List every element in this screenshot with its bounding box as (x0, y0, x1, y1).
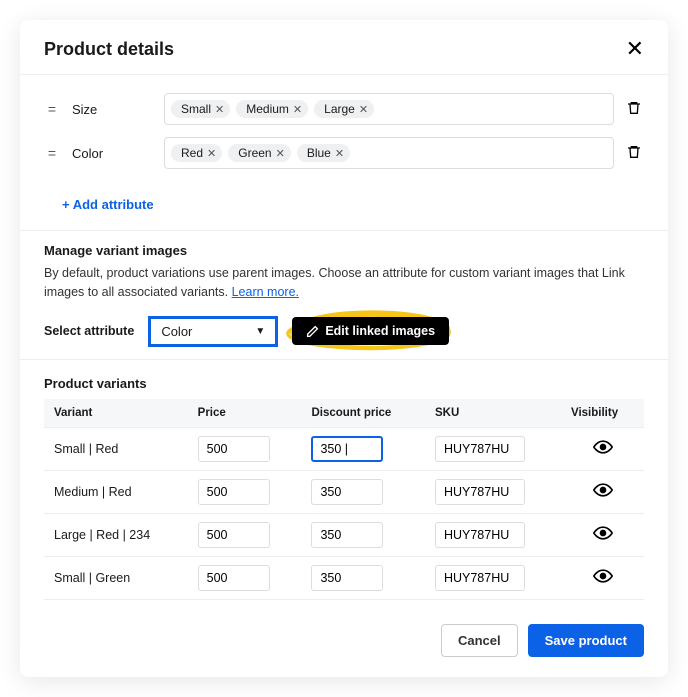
table-header-row: Variant Price Discount price SKU Visibil… (44, 399, 644, 428)
price-input[interactable] (198, 436, 270, 462)
edit-button-label: Edit linked images (325, 324, 435, 338)
attribute-values-input[interactable]: Red ✕ Green ✕ Blue ✕ (164, 137, 614, 169)
discount-price-input[interactable] (311, 436, 383, 462)
table-row: Medium | Red (44, 470, 644, 513)
product-details-dialog: Product details ✕ =SizeSmall✕Medium✕Larg… (20, 20, 668, 677)
delete-attribute-button[interactable] (626, 144, 644, 163)
delete-attribute-button[interactable] (626, 100, 644, 119)
chip-remove-icon[interactable]: ✕ (207, 147, 216, 160)
variant-name: Small | Green (44, 556, 188, 599)
attribute-row: = Size Small ✕ Medium ✕ Large ✕ (44, 87, 644, 131)
attribute-name: Size (72, 102, 152, 117)
sku-input[interactable] (435, 436, 525, 462)
value-chip: Large ✕ (314, 100, 374, 118)
eye-icon (593, 480, 613, 500)
visibility-toggle[interactable] (561, 427, 644, 470)
price-input[interactable] (198, 565, 270, 591)
col-price: Price (188, 399, 302, 428)
close-button[interactable]: ✕ (626, 38, 644, 60)
visibility-toggle[interactable] (561, 513, 644, 556)
value-chip: Medium ✕ (236, 100, 308, 118)
chip-remove-icon[interactable]: ✕ (335, 147, 344, 160)
manage-variants-description: By default, product variations use paren… (44, 264, 644, 302)
chip-label: Blue (307, 146, 331, 160)
save-product-button[interactable]: Save product (528, 624, 644, 657)
trash-icon (626, 100, 642, 116)
close-icon: ✕ (626, 36, 644, 61)
col-variant: Variant (44, 399, 188, 428)
variants-table: Variant Price Discount price SKU Visibil… (44, 399, 644, 600)
chip-remove-icon[interactable]: ✕ (276, 147, 285, 160)
value-chip: Green ✕ (228, 144, 291, 162)
select-attribute-label: Select attribute (44, 324, 134, 338)
visibility-toggle[interactable] (561, 556, 644, 599)
table-row: Large | Red | 234 (44, 513, 644, 556)
product-variants-title: Product variants (20, 360, 668, 399)
selected-attribute-value: Color (161, 324, 192, 339)
attribute-row: = Color Red ✕ Green ✕ Blue ✕ (44, 131, 644, 175)
sku-input[interactable] (435, 522, 525, 548)
discount-price-input[interactable] (311, 522, 383, 548)
edit-linked-images-button[interactable]: Edit linked images (292, 317, 449, 345)
dialog-footer: Cancel Save product (20, 610, 668, 677)
chip-label: Green (238, 146, 271, 160)
chip-label: Small (181, 102, 211, 116)
select-attribute-row: Select attribute Color ▼ Edit linked ima… (44, 316, 644, 347)
drag-handle-icon[interactable]: = (44, 145, 60, 161)
dialog-title: Product details (44, 39, 174, 60)
value-chip: Red ✕ (171, 144, 222, 162)
visibility-toggle[interactable] (561, 470, 644, 513)
variant-name: Small | Red (44, 427, 188, 470)
discount-price-input[interactable] (311, 565, 383, 591)
attribute-name: Color (72, 146, 152, 161)
chip-label: Large (324, 102, 355, 116)
value-chip: Small ✕ (171, 100, 230, 118)
chip-label: Red (181, 146, 203, 160)
discount-price-input[interactable] (311, 479, 383, 505)
table-row: Small | Red (44, 427, 644, 470)
col-visibility: Visibility (561, 399, 644, 428)
manage-variant-images: Manage variant images By default, produc… (20, 231, 668, 359)
chevron-down-icon: ▼ (255, 326, 265, 337)
edit-linked-images-wrap: Edit linked images (292, 317, 449, 345)
chip-remove-icon[interactable]: ✕ (359, 103, 368, 116)
value-chip: Blue ✕ (297, 144, 350, 162)
attribute-values-input[interactable]: Small ✕ Medium ✕ Large ✕ (164, 93, 614, 125)
eye-icon (593, 437, 613, 457)
add-attribute-button[interactable]: + Add attribute (20, 187, 668, 230)
variant-name: Large | Red | 234 (44, 513, 188, 556)
col-discount: Discount price (301, 399, 425, 428)
sku-input[interactable] (435, 479, 525, 505)
dialog-header: Product details ✕ (20, 20, 668, 75)
learn-more-link[interactable]: Learn more. (232, 285, 299, 299)
sku-input[interactable] (435, 565, 525, 591)
pencil-icon (306, 325, 319, 338)
manage-variants-title: Manage variant images (44, 243, 644, 258)
chip-remove-icon[interactable]: ✕ (215, 103, 224, 116)
col-sku: SKU (425, 399, 561, 428)
chip-remove-icon[interactable]: ✕ (293, 103, 302, 116)
trash-icon (626, 144, 642, 160)
eye-icon (593, 523, 613, 543)
attributes-section: = Size Small ✕ Medium ✕ Large ✕ = Color Red ✕ Green ✕… (20, 75, 668, 187)
select-attribute-dropdown[interactable]: Color ▼ (148, 316, 278, 347)
cancel-button[interactable]: Cancel (441, 624, 518, 657)
eye-icon (593, 566, 613, 586)
variant-name: Medium | Red (44, 470, 188, 513)
price-input[interactable] (198, 522, 270, 548)
drag-handle-icon[interactable]: = (44, 101, 60, 117)
table-row: Small | Green (44, 556, 644, 599)
chip-label: Medium (246, 102, 289, 116)
price-input[interactable] (198, 479, 270, 505)
